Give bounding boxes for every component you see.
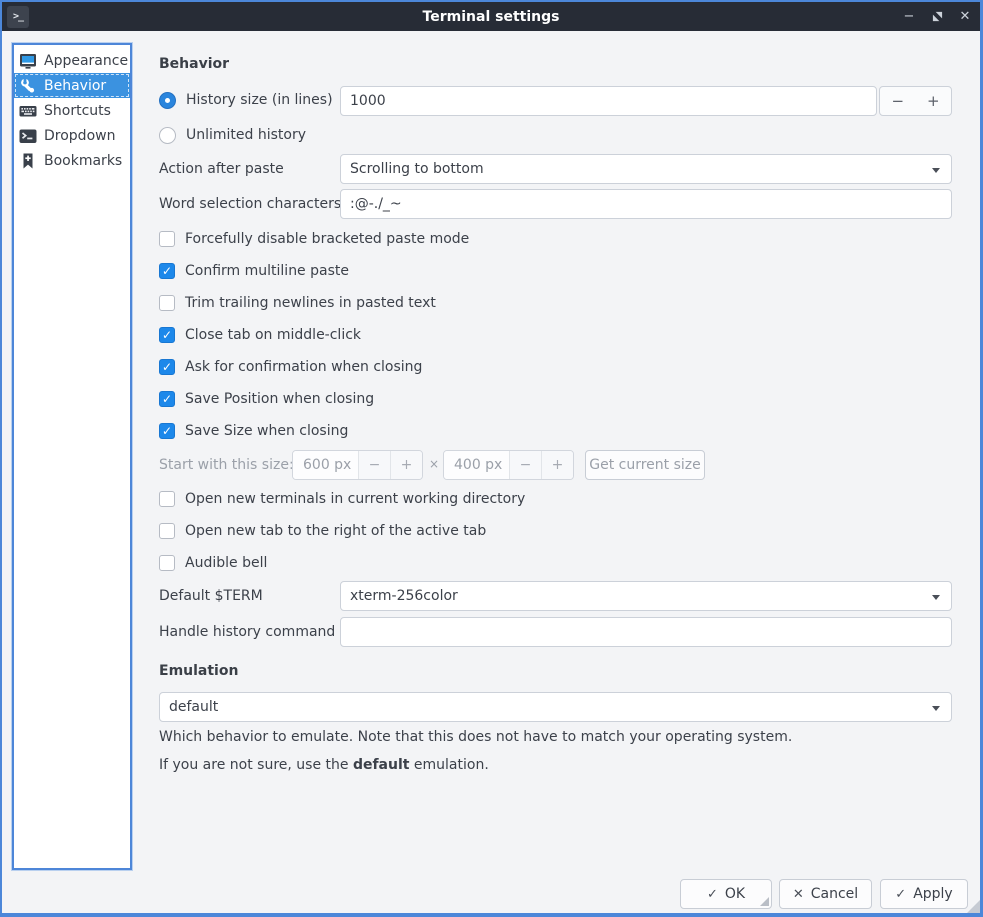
start-width-spinbox: 600 px − + <box>292 450 423 480</box>
checkbox[interactable]: ✓ <box>159 359 175 375</box>
check-icon: ✓ <box>162 329 172 341</box>
action-after-paste-select[interactable]: Scrolling to bottom <box>340 154 952 184</box>
decrement-button[interactable]: − <box>880 87 916 115</box>
check-icon: ✓ <box>162 361 172 373</box>
check-icon: ✓ <box>707 887 718 902</box>
default-term-select[interactable]: xterm-256color <box>340 581 952 611</box>
checkbox[interactable]: ✓ <box>159 327 175 343</box>
get-current-size-button[interactable]: Get current size <box>585 450 705 480</box>
checkbox-row-close-middle-click[interactable]: ✓ Close tab on middle-click <box>159 325 361 345</box>
sidebar-item-behavior[interactable]: Behavior <box>14 73 130 98</box>
check-icon: ✓ <box>162 425 172 437</box>
wrench-icon <box>19 77 37 95</box>
terminal-settings-window: >_ Terminal settings − ✕ <box>0 0 983 917</box>
behavior-section-title: Behavior <box>159 56 229 72</box>
restore-icon <box>932 11 943 22</box>
restore-button[interactable] <box>930 11 944 22</box>
sidebar-item-label: Appearance <box>44 53 128 69</box>
window-controls: − ✕ <box>902 2 972 31</box>
start-height-value[interactable]: 400 px <box>444 451 509 479</box>
checkbox-row-confirm-multiline[interactable]: ✓ Confirm multiline paste <box>159 261 349 281</box>
close-icon: ✕ <box>793 887 804 902</box>
keyboard-icon <box>19 102 37 120</box>
terminal-icon <box>19 127 37 145</box>
word-selection-label: Word selection characters <box>159 194 341 214</box>
checkbox-row-trim-newlines[interactable]: ✓ Trim trailing newlines in pasted text <box>159 293 436 313</box>
size-separator: × <box>429 457 439 471</box>
sidebar-item-label: Shortcuts <box>44 103 111 119</box>
display-icon <box>19 52 37 70</box>
sidebar-item-dropdown[interactable]: Dropdown <box>14 123 130 148</box>
sidebar-item-shortcuts[interactable]: Shortcuts <box>14 98 130 123</box>
handle-history-input[interactable] <box>340 617 952 647</box>
titlebar[interactable]: >_ Terminal settings − ✕ <box>2 2 980 31</box>
decrement-button[interactable]: − <box>358 451 390 479</box>
emulation-select[interactable]: default <box>159 692 952 722</box>
default-term-value: xterm-256color <box>350 588 458 604</box>
cancel-button[interactable]: ✕ Cancel <box>779 879 872 909</box>
window-title: Terminal settings <box>2 9 980 25</box>
ok-button[interactable]: ✓ OK <box>680 879 772 909</box>
checkbox-row-cwd[interactable]: ✓ Open new terminals in current working … <box>159 489 525 509</box>
terminal-app-icon: >_ <box>7 6 29 28</box>
checkbox[interactable]: ✓ <box>159 423 175 439</box>
checkbox[interactable]: ✓ <box>159 231 175 247</box>
history-size-radio[interactable] <box>159 92 176 109</box>
checkbox-row-save-size[interactable]: ✓ Save Size when closing <box>159 421 348 441</box>
checkbox[interactable]: ✓ <box>159 295 175 311</box>
checkbox[interactable]: ✓ <box>159 263 175 279</box>
sidebar-item-appearance[interactable]: Appearance <box>14 48 130 73</box>
resize-grip[interactable] <box>967 900 980 913</box>
action-after-paste-label: Action after paste <box>159 159 284 179</box>
history-size-radio-row[interactable]: History size (in lines) <box>159 90 333 110</box>
checkbox[interactable]: ✓ <box>159 555 175 571</box>
handle-history-label: Handle history command <box>159 622 335 642</box>
unlimited-history-radio-row[interactable]: Unlimited history <box>159 125 306 145</box>
sidebar-item-label: Behavior <box>44 78 106 94</box>
sidebar-item-label: Bookmarks <box>44 153 122 169</box>
action-after-paste-value: Scrolling to bottom <box>350 161 484 177</box>
checkbox[interactable]: ✓ <box>159 523 175 539</box>
decrement-button[interactable]: − <box>509 451 541 479</box>
minimize-button[interactable]: − <box>902 10 916 23</box>
word-selection-input[interactable] <box>340 189 952 219</box>
emulation-help-line2: If you are not sure, use the default emu… <box>159 757 489 773</box>
default-term-label: Default $TERM <box>159 586 263 606</box>
unlimited-history-label: Unlimited history <box>186 127 306 143</box>
emulation-help-line1: Which behavior to emulate. Note that thi… <box>159 729 792 745</box>
close-button[interactable]: ✕ <box>958 10 972 23</box>
sidebar-item-bookmarks[interactable]: Bookmarks <box>14 148 130 173</box>
checkbox[interactable]: ✓ <box>159 391 175 407</box>
checkbox-row-save-position[interactable]: ✓ Save Position when closing <box>159 389 374 409</box>
increment-button[interactable]: + <box>916 87 952 115</box>
start-width-value[interactable]: 600 px <box>293 451 358 479</box>
sidebar-item-label: Dropdown <box>44 128 115 144</box>
start-size-label: Start with this size: <box>159 455 294 475</box>
history-size-label: History size (in lines) <box>186 92 333 108</box>
checkbox-row-tab-right[interactable]: ✓ Open new tab to the right of the activ… <box>159 521 486 541</box>
history-size-stepper: − + <box>879 86 952 116</box>
check-icon: ✓ <box>895 887 906 902</box>
unlimited-history-radio[interactable] <box>159 127 176 144</box>
checkbox[interactable]: ✓ <box>159 491 175 507</box>
checkbox-row-bracketed-paste[interactable]: ✓ Forcefully disable bracketed paste mod… <box>159 229 469 249</box>
bookmark-icon <box>19 152 37 170</box>
emulation-section-title: Emulation <box>159 663 238 679</box>
emulation-value: default <box>169 699 218 715</box>
start-height-spinbox: 400 px − + <box>443 450 574 480</box>
increment-button[interactable]: + <box>541 451 573 479</box>
history-size-input[interactable] <box>340 86 877 116</box>
increment-button[interactable]: + <box>390 451 422 479</box>
checkbox-row-confirm-closing[interactable]: ✓ Ask for confirmation when closing <box>159 357 422 377</box>
check-icon: ✓ <box>162 393 172 405</box>
settings-category-list: Appearance Behavior <box>12 43 132 870</box>
checkbox-row-audible-bell[interactable]: ✓ Audible bell <box>159 553 267 573</box>
check-icon: ✓ <box>162 265 172 277</box>
apply-button[interactable]: ✓ Apply <box>880 879 968 909</box>
